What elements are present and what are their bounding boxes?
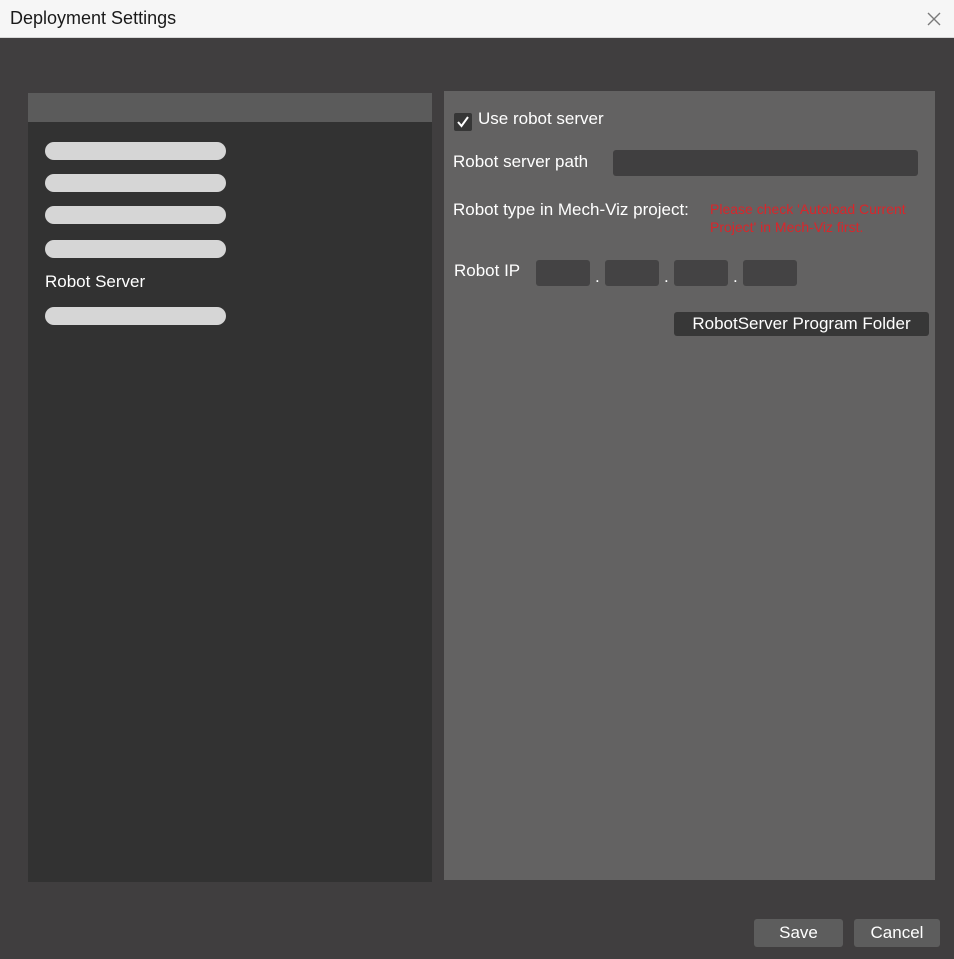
robot-ip-octet-1[interactable] [536,260,590,286]
save-button[interactable]: Save [754,919,843,947]
robot-type-warning: Please check 'Autoload Current Project' … [710,201,906,235]
window-title: Deployment Settings [10,8,177,28]
sidebar-item-redacted-4[interactable] [45,240,226,258]
checkmark-icon [457,116,469,128]
sidebar-item-redacted-5[interactable] [45,307,226,325]
ip-separator: . [664,267,669,286]
robot-ip-octet-2[interactable] [605,260,659,286]
close-icon[interactable] [924,9,944,29]
robot-type-label: Robot type in Mech-Viz project: [453,200,689,219]
robot-server-path-input[interactable] [613,150,918,176]
sidebar-item-redacted-1[interactable] [45,142,226,160]
use-robot-server-label: Use robot server [478,109,604,128]
sidebar-item-redacted-3[interactable] [45,206,226,224]
sidebar-item-redacted-2[interactable] [45,174,226,192]
ip-separator: . [733,267,738,286]
cancel-button[interactable]: Cancel [854,919,940,947]
robot-ip-octet-3[interactable] [674,260,728,286]
robot-ip-label: Robot IP [454,261,521,280]
settings-category-list: Robot Server [28,93,432,882]
robot-ip-octet-4[interactable] [743,260,797,286]
use-robot-server-checkbox[interactable] [454,113,472,131]
title-bar: Deployment Settings [0,0,954,38]
robotserver-program-folder-button[interactable]: RobotServer Program Folder [674,312,929,336]
robot-server-path-label: Robot server path [453,152,589,171]
sidebar-item-robot-server[interactable]: Robot Server [45,272,145,292]
category-list-header [28,93,432,122]
ip-separator: . [595,267,600,286]
robot-server-settings-panel: Use robot server Robot server path Robot… [444,91,935,880]
